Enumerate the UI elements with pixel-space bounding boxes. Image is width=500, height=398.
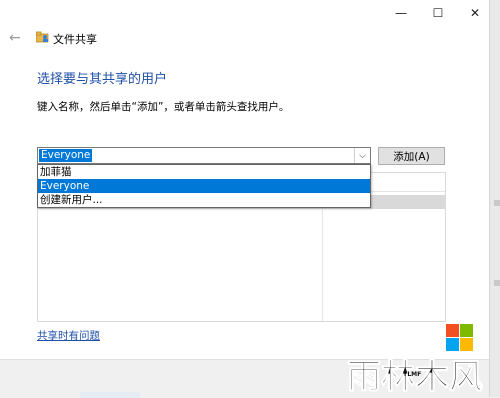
strip-mark [494, 280, 500, 286]
footer-strip [80, 392, 140, 398]
close-icon: ✕ [469, 6, 481, 20]
strip-mark [494, 200, 500, 206]
minimize-button[interactable]: — [384, 0, 418, 26]
minimize-icon: — [395, 6, 407, 20]
close-button[interactable]: ✕ [458, 0, 492, 26]
file-sharing-icon [36, 31, 49, 43]
sharing-help-link[interactable]: 共享时有问题 [37, 328, 100, 343]
svg-text:YLMF: YLMF [402, 371, 421, 378]
combo-input-value[interactable]: Everyone [39, 149, 93, 162]
window-title: 文件共享 [53, 33, 97, 46]
back-arrow-icon[interactable]: ← [9, 30, 21, 46]
dropdown-option-jiafeimao[interactable]: 加菲猫 [38, 165, 370, 179]
page-title: 选择要与其共享的用户 [37, 72, 168, 87]
combo-dropdown-button[interactable]: ⌵ [354, 148, 370, 163]
maximize-icon: ☐ [432, 6, 444, 20]
maximize-button[interactable]: ☐ [421, 0, 455, 26]
add-button[interactable]: 添加(A) [378, 147, 445, 165]
dropdown-option-create-user[interactable]: 创建新用户... [38, 193, 370, 207]
user-name-combobox[interactable]: Everyone ⌵ [37, 147, 371, 164]
user-dropdown-list: 加菲猫 Everyone 创建新用户... [37, 164, 371, 208]
dropdown-option-everyone[interactable]: Everyone [38, 179, 370, 193]
chevron-down-icon: ⌵ [359, 150, 366, 161]
instruction-text: 键入名称，然后单击“添加”，或者单击箭头查找用户。 [37, 101, 290, 113]
ylmf-watermark-logo: 雨林木风 YLMF [347, 324, 484, 397]
